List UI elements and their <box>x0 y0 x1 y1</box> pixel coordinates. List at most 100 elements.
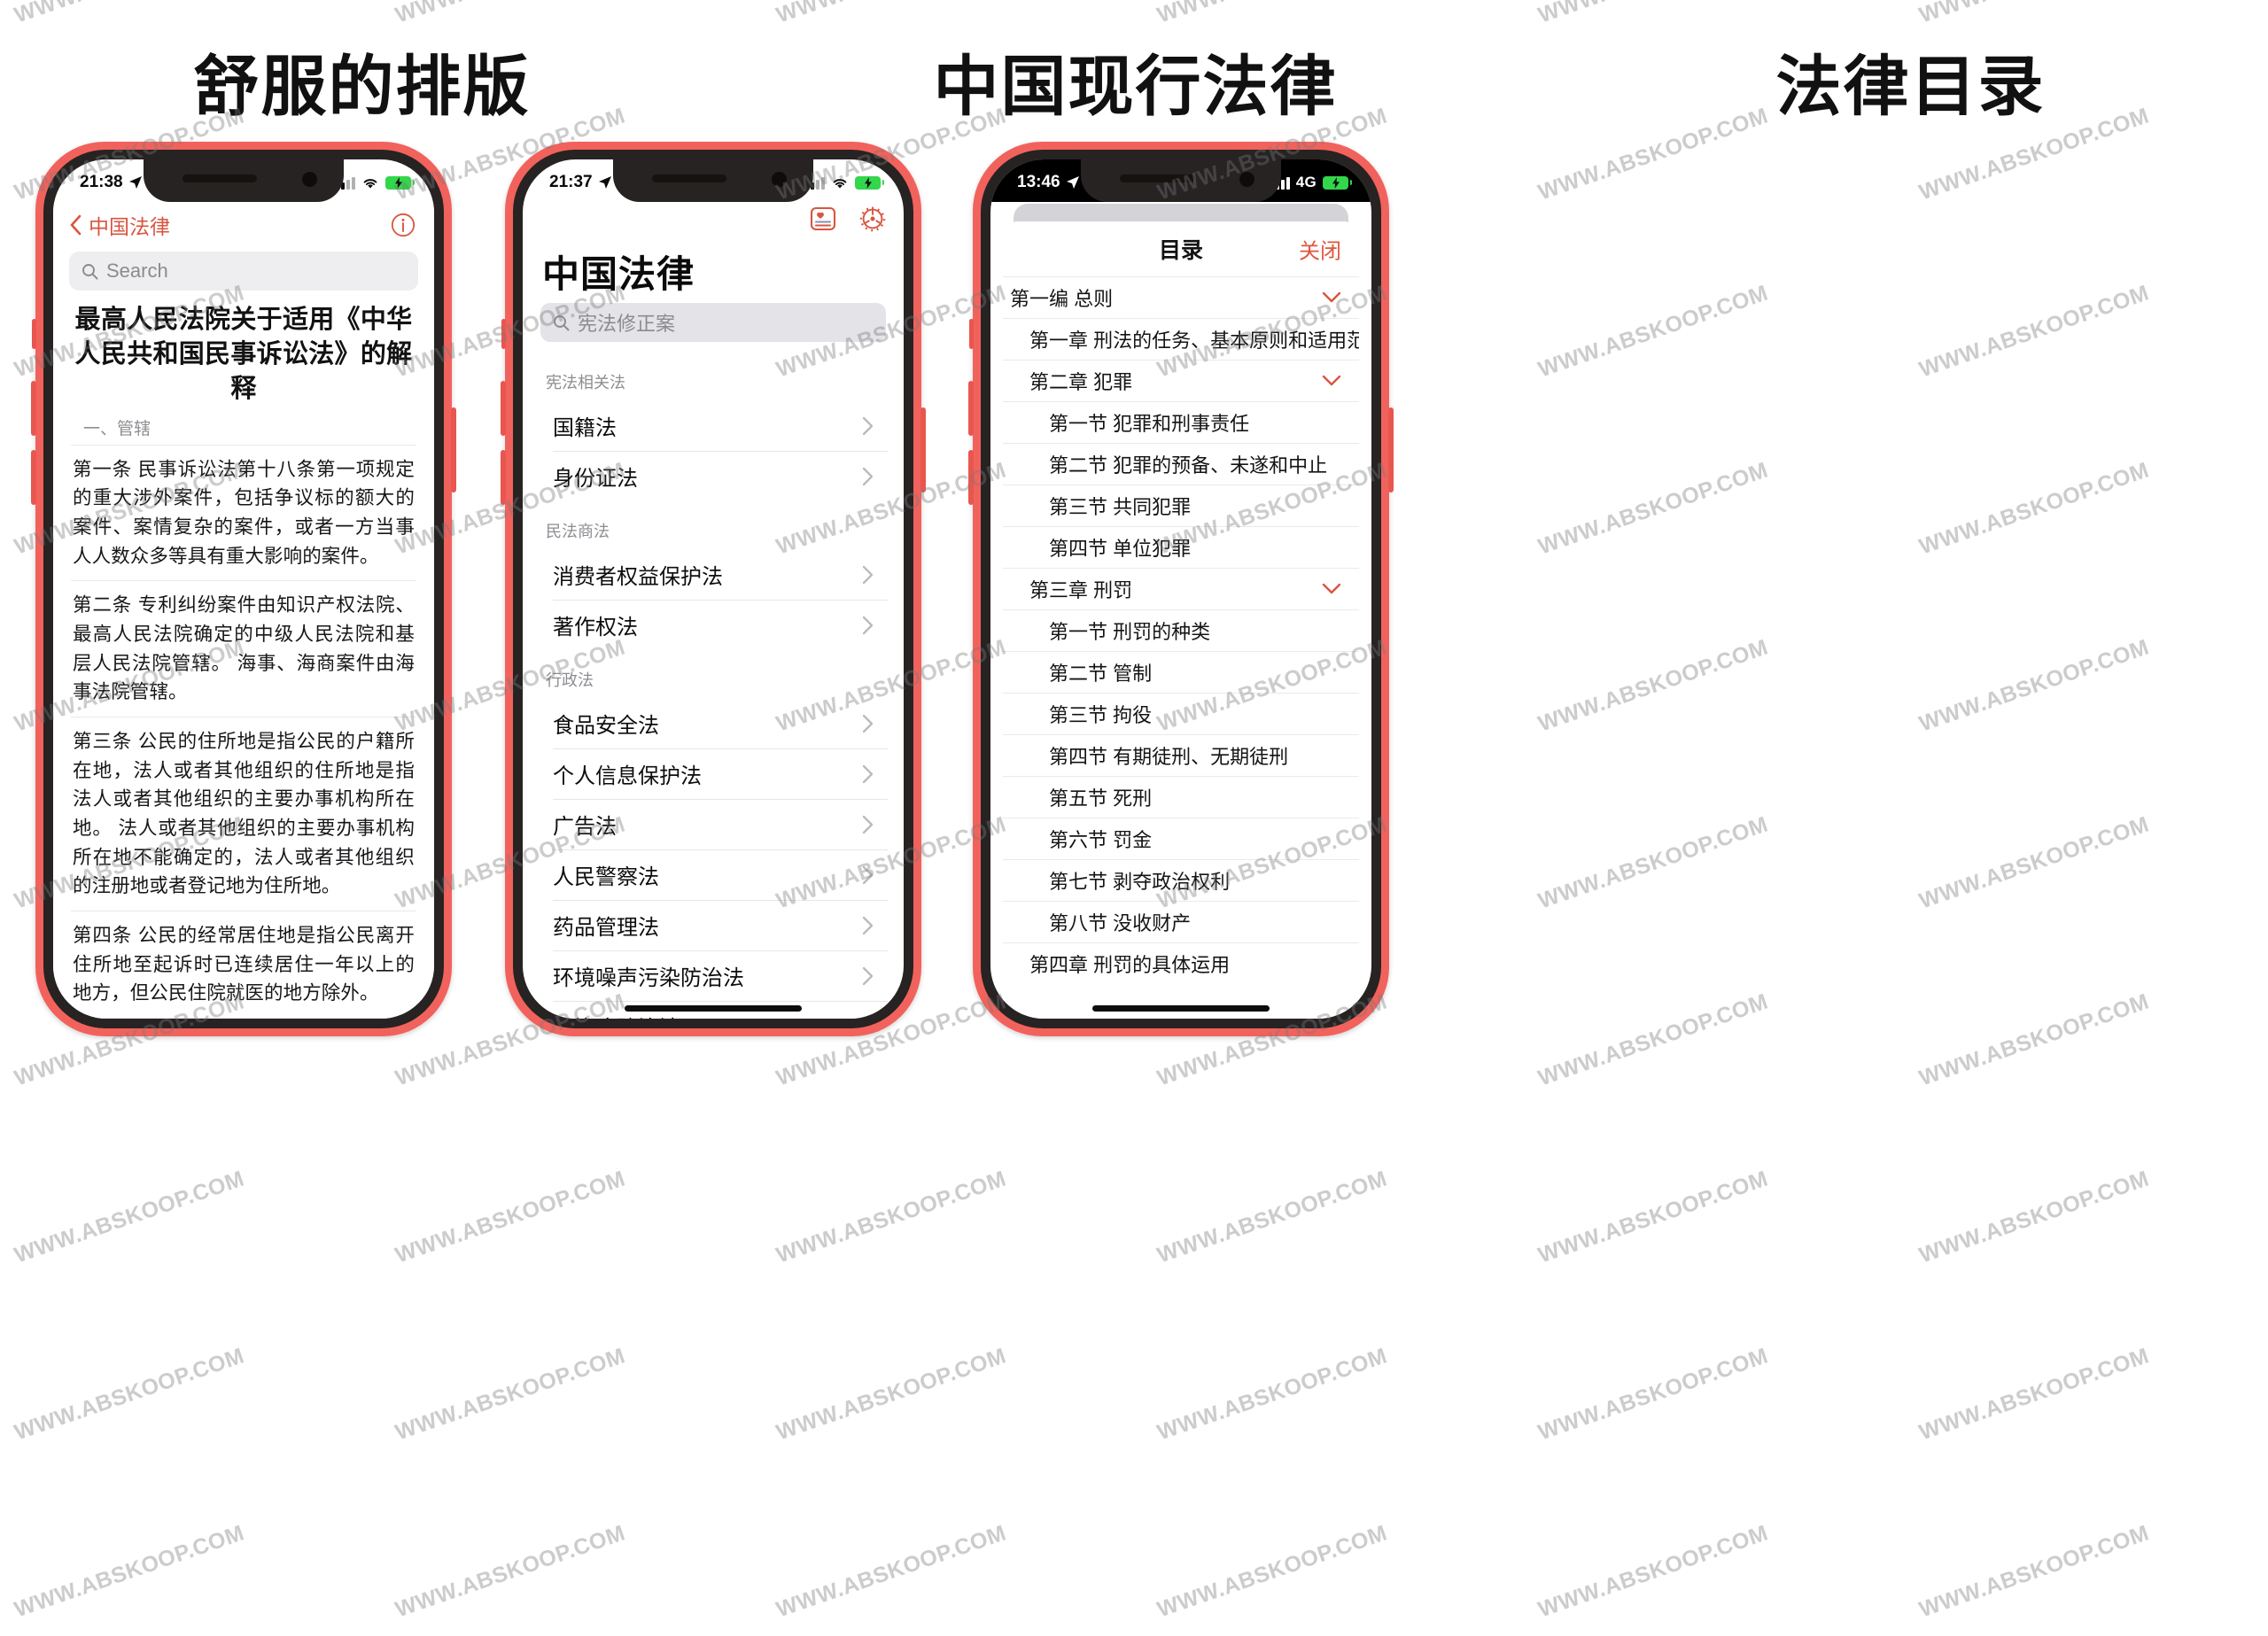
chevron-right-icon <box>862 616 874 634</box>
toc-row[interactable]: 第四节 有期徒刑、无期徒刑 <box>1003 734 1359 776</box>
notch <box>144 159 344 202</box>
chevron-right-icon <box>862 916 874 934</box>
toc-row[interactable]: 第四节 单位犯罪 <box>1003 526 1359 568</box>
status-left: 21:37 <box>549 173 612 192</box>
toc-row[interactable]: 第三节 拘役 <box>1003 693 1359 734</box>
watermark-text: WWW.ABSKOOP.COM <box>11 1520 248 1623</box>
location-arrow-icon <box>128 176 142 189</box>
volume-up-button[interactable] <box>501 381 506 436</box>
list-item-label: 药品管理法 <box>553 916 659 940</box>
volume-down-button[interactable] <box>31 450 36 505</box>
toc-row[interactable]: 第七节 剥夺政治权利 <box>1003 859 1359 901</box>
gear-icon[interactable] <box>858 204 888 234</box>
status-time: 21:38 <box>80 173 123 191</box>
phone-bezel: 13:46 4G 目录 关闭 第一编 总则 第一章 刑法的任务、基本原则和适用范… <box>981 150 1381 1028</box>
list-item[interactable]: 人民警察法 <box>539 849 888 900</box>
toc-row[interactable]: 第一节 刑罚的种类 <box>1003 609 1359 651</box>
search-placeholder: Search <box>106 260 168 282</box>
watermark-text: WWW.ABSKOOP.COM <box>1915 634 2153 737</box>
list-item[interactable]: 药品管理法 <box>539 900 888 950</box>
list-item[interactable]: 身份证法 <box>539 451 888 501</box>
back-button[interactable]: 中国法律 <box>69 210 170 240</box>
search-placeholder: 宪法修正案 <box>578 313 676 335</box>
power-button[interactable] <box>920 407 926 492</box>
chevron-down-icon[interactable] <box>1322 291 1341 304</box>
mute-switch[interactable] <box>32 319 36 349</box>
chevron-down-icon[interactable] <box>1322 375 1341 387</box>
search-input[interactable]: 宪法修正案 <box>540 303 886 342</box>
mute-switch[interactable] <box>501 319 506 349</box>
list-item[interactable]: 环境噪声污染防治法 <box>539 950 888 1001</box>
document-paragraph: 第一条 民事诉讼法第十八条第一项规定的重大涉外案件，包括争议标的额大的案件、案情… <box>71 444 416 581</box>
toc-row-label: 第五节 死刑 <box>1049 787 1153 810</box>
toc-row-label: 第四节 有期徒刑、无期徒刑 <box>1049 746 1289 768</box>
mute-switch[interactable] <box>969 319 974 349</box>
home-indicator[interactable] <box>625 1005 802 1012</box>
law-category-list[interactable]: 宪法相关法 国籍法 身份证法 民法商法 消费者权益保护法 著作权法 行政法 食品… <box>523 353 904 1019</box>
toc-row[interactable]: 第一编 总则 <box>1003 276 1359 318</box>
chevron-down-icon[interactable] <box>1322 583 1341 595</box>
toc-row-label: 第三章 刑罚 <box>1029 579 1133 601</box>
toc-row[interactable]: 第一章 刑法的任务、基本原则和适用范围 <box>1003 318 1359 360</box>
section-card: 食品安全法 个人信息保护法 广告法 人民警察法 药品管理法 环境噪声污染防治法 <box>539 698 888 1019</box>
list-item-label: 身份证法 <box>553 467 638 491</box>
toc-list[interactable]: 第一编 总则 第一章 刑法的任务、基本原则和适用范围 第二章 犯罪 第一节 犯罪… <box>1003 276 1359 984</box>
search-input[interactable]: Search <box>69 252 418 291</box>
list-item[interactable]: 广告法 <box>539 799 888 849</box>
chevron-right-icon <box>862 815 874 834</box>
status-left: 13:46 <box>1017 173 1080 192</box>
watermark-text: WWW.ABSKOOP.COM <box>1534 811 1772 914</box>
back-button-label: 中国法律 <box>89 215 170 238</box>
volume-up-button[interactable] <box>31 381 36 436</box>
info-circle-icon[interactable] <box>390 212 416 238</box>
home-indicator[interactable] <box>1092 1005 1270 1012</box>
watermark-text: WWW.ABSKOOP.COM <box>773 1166 1010 1268</box>
list-item[interactable]: 著作权法 <box>539 600 888 650</box>
toc-row[interactable]: 第五节 死刑 <box>1003 776 1359 818</box>
list-item-label: 食品安全法 <box>553 714 659 738</box>
toc-row[interactable]: 第六节 罚金 <box>1003 818 1359 859</box>
power-button[interactable] <box>451 407 456 492</box>
phone-law-list: 21:37 中国法律 宪法修正案 宪法相关法 国籍法 身份证法 民法商法 消费者… <box>501 142 926 1036</box>
toc-row[interactable]: 第二节 管制 <box>1003 651 1359 693</box>
list-item[interactable]: 食品安全法 <box>539 698 888 748</box>
notch <box>613 159 813 202</box>
toc-row[interactable]: 第四章 刑罚的具体运用 <box>1003 942 1359 984</box>
power-button[interactable] <box>1388 407 1394 492</box>
toc-row-label: 第一节 刑罚的种类 <box>1049 621 1211 643</box>
close-button[interactable]: 关闭 <box>1299 234 1341 265</box>
section-header: 民法商法 <box>546 523 610 540</box>
list-item-label: 国籍法 <box>553 416 617 440</box>
list-item-label: 个人信息保护法 <box>553 764 702 788</box>
volume-down-button[interactable] <box>501 450 506 505</box>
toc-row[interactable]: 第八节 没收财产 <box>1003 901 1359 942</box>
toc-row[interactable]: 第三章 刑罚 <box>1003 568 1359 609</box>
toc-row[interactable]: 第三节 共同犯罪 <box>1003 485 1359 526</box>
chevron-left-icon <box>70 214 82 236</box>
phone-screen: 13:46 4G 目录 关闭 第一编 总则 第一章 刑法的任务、基本原则和适用范… <box>990 159 1371 1019</box>
phone-bezel: 21:38 中国法律 Search 最高人民法院关于适用《中华人民共和国民事诉讼… <box>43 150 444 1028</box>
list-item-label: 传染病防治法 <box>553 1011 680 1019</box>
volume-down-button[interactable] <box>968 450 974 505</box>
section-card: 消费者权益保护法 著作权法 <box>539 549 888 650</box>
favorites-card-icon[interactable] <box>808 204 838 234</box>
watermark-text: WWW.ABSKOOP.COM <box>773 1520 1010 1623</box>
list-item[interactable]: 个人信息保护法 <box>539 748 888 799</box>
list-item[interactable]: 消费者权益保护法 <box>539 549 888 600</box>
search-icon <box>554 314 570 330</box>
status-right <box>805 175 884 190</box>
chevron-right-icon <box>862 865 874 884</box>
document-body[interactable]: 最高人民法院关于适用《中华人民共和国民事诉讼法》的解释 一、管辖 第一条 民事诉… <box>53 299 434 1019</box>
toc-row-label: 第四节 单位犯罪 <box>1049 538 1192 560</box>
volume-up-button[interactable] <box>968 381 974 436</box>
wifi-icon <box>833 178 847 188</box>
watermark-text: WWW.ABSKOOP.COM <box>1153 1166 1391 1268</box>
toc-row[interactable]: 第一节 犯罪和刑事责任 <box>1003 401 1359 443</box>
document-section-label: 一、管辖 <box>83 419 151 438</box>
list-item[interactable]: 国籍法 <box>539 400 888 451</box>
toc-row[interactable]: 第二章 犯罪 <box>1003 360 1359 401</box>
heading-law-toc: 法律目录 <box>1775 49 2046 125</box>
phone-reader: 21:38 中国法律 Search 最高人民法院关于适用《中华人民共和国民事诉讼… <box>31 142 456 1036</box>
toc-row[interactable]: 第二节 犯罪的预备、未遂和中止 <box>1003 443 1359 485</box>
watermark-text: WWW.ABSKOOP.COM <box>1534 634 1772 737</box>
